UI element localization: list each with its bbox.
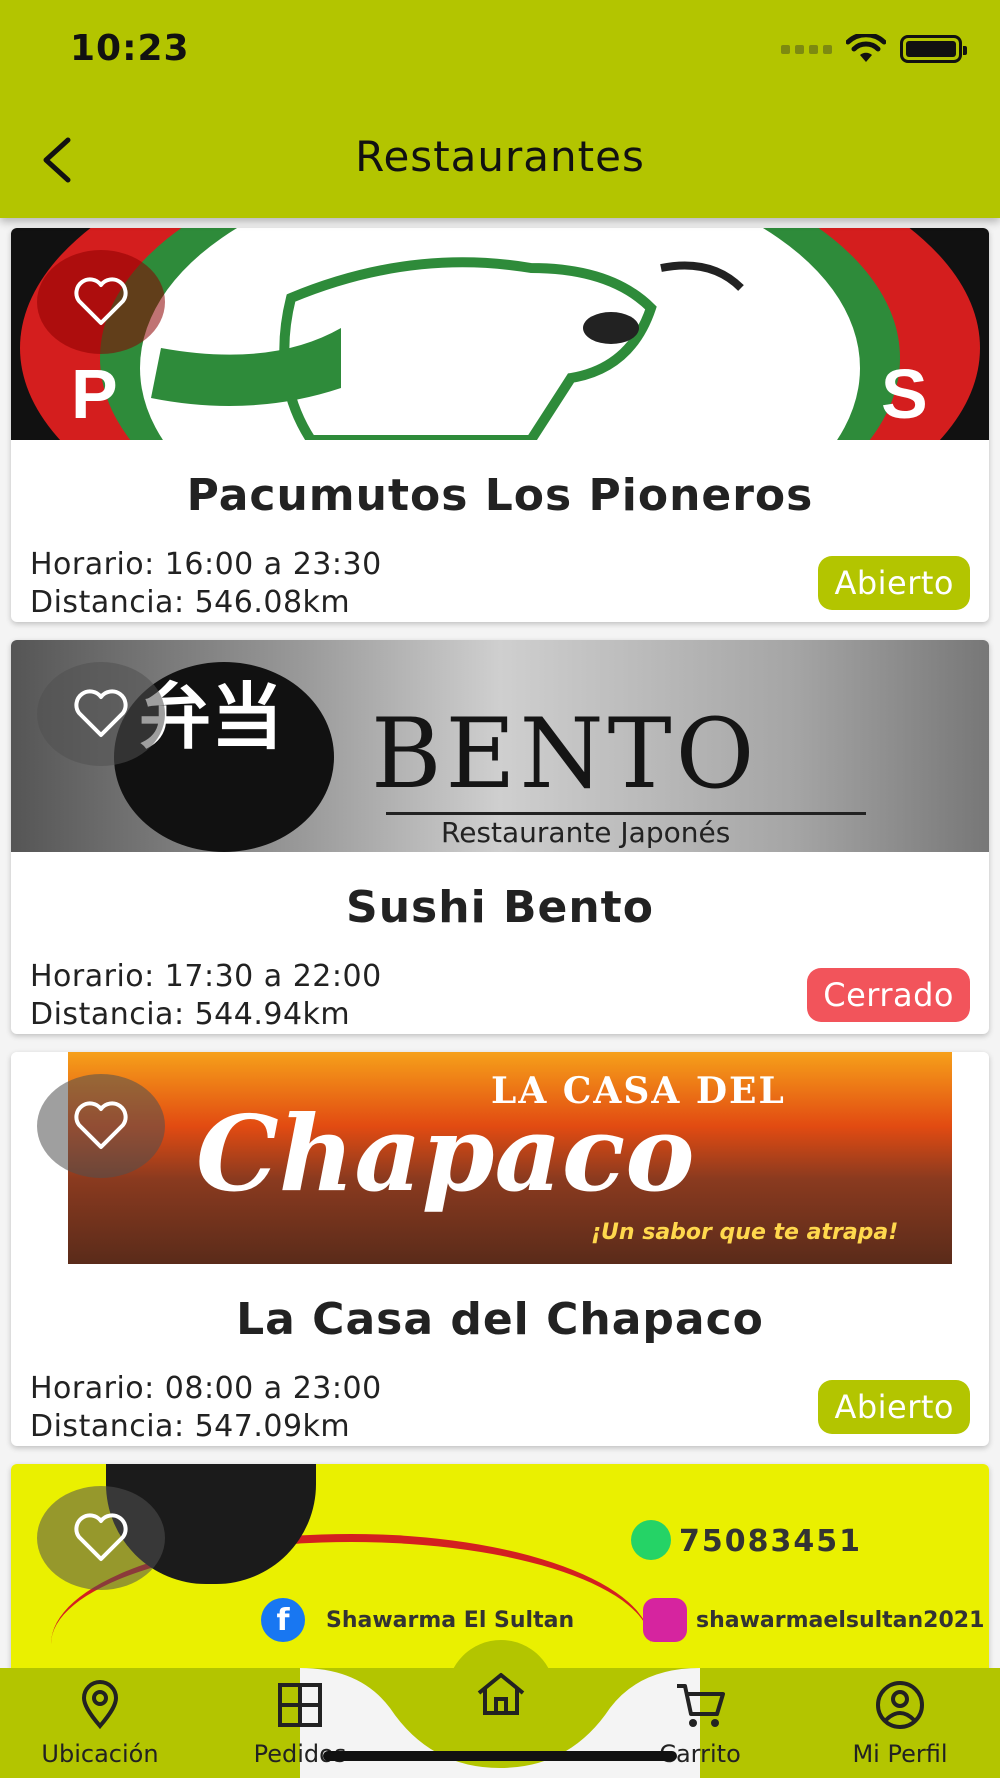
restaurant-card[interactable]: 弁当 BENTO Restaurante Japonés Sushi Bento…	[11, 640, 989, 1034]
restaurant-distance: Distancia: 547.09km	[30, 1409, 351, 1444]
image-text: 75083451	[679, 1524, 862, 1559]
restaurant-card[interactable]: P S Pacumutos Los Pioneros Horario: 16:0…	[11, 228, 989, 622]
restaurant-name: Sushi Bento	[346, 882, 654, 933]
favorite-button[interactable]	[37, 662, 165, 766]
image-text: shawarmaelsultan2021	[696, 1608, 985, 1633]
status-time: 10:23	[70, 28, 190, 69]
image-text: Shawarma El Sultan	[326, 1608, 575, 1633]
image-text: Chapaco	[196, 1092, 695, 1215]
status-badge: Abierto	[818, 556, 970, 610]
wifi-icon	[846, 34, 886, 62]
restaurant-hours: Horario: 16:00 a 23:30	[30, 547, 382, 582]
nav-item-ubicacion[interactable]: Ubicación	[10, 1680, 190, 1768]
nav-label: Mi Perfil	[852, 1740, 948, 1768]
restaurant-name: La Casa del Chapaco	[236, 1294, 764, 1345]
heart-icon	[74, 689, 128, 737]
svg-text:S: S	[881, 355, 928, 433]
restaurant-image: 弁当 BENTO Restaurante Japonés	[11, 640, 989, 852]
restaurant-distance: Distancia: 546.08km	[30, 585, 351, 620]
instagram-icon	[643, 1598, 687, 1642]
favorite-button[interactable]	[37, 1486, 165, 1590]
page-title: Restaurantes	[355, 132, 645, 181]
svg-text:P: P	[71, 355, 118, 433]
restaurant-hours: Horario: 17:30 a 22:00	[30, 959, 382, 994]
restaurant-card[interactable]: LA CASA DEL Chapaco ¡Un sabor que te atr…	[11, 1052, 989, 1446]
whatsapp-icon	[631, 1520, 671, 1560]
location-pin-icon	[81, 1680, 119, 1730]
home-indicator	[323, 1751, 677, 1761]
heart-icon	[74, 1101, 128, 1149]
cellular-signal-icon	[781, 44, 832, 54]
restaurant-info: Horario: 16:00 a 23:30 Distancia: 546.08…	[30, 546, 382, 622]
heart-icon	[74, 277, 128, 325]
profile-icon	[876, 1681, 924, 1729]
restaurant-image: LA CASA DEL Chapaco ¡Un sabor que te atr…	[11, 1052, 989, 1264]
restaurant-name: Pacumutos Los Pioneros	[186, 470, 814, 521]
restaurant-image: P S	[11, 228, 989, 440]
nav-item-mi-perfil[interactable]: Mi Perfil	[810, 1680, 990, 1768]
status-icons	[781, 34, 967, 64]
favorite-button[interactable]	[37, 1074, 165, 1178]
status-badge: Cerrado	[807, 968, 970, 1022]
app-header: 10:23 Restaurantes	[0, 0, 1000, 218]
restaurant-hours: Horario: 08:00 a 23:00	[30, 1371, 382, 1406]
image-text: ¡Un sabor que te atrapa!	[591, 1220, 899, 1245]
image-text: BENTO	[371, 698, 759, 810]
restaurant-info: Horario: 17:30 a 22:00 Distancia: 544.94…	[30, 958, 382, 1034]
restaurant-distance: Distancia: 544.94km	[30, 997, 351, 1032]
nav-item-home[interactable]	[447, 1640, 555, 1748]
cart-icon	[677, 1684, 725, 1727]
battery-icon	[900, 35, 967, 63]
home-icon	[477, 1673, 525, 1715]
restaurant-info: Horario: 08:00 a 23:00 Distancia: 547.09…	[30, 1370, 382, 1446]
heart-icon	[74, 1513, 128, 1561]
grid-icon	[278, 1683, 322, 1727]
image-text: Restaurante Japonés	[441, 816, 731, 849]
facebook-icon: f	[261, 1598, 305, 1642]
nav-label: Ubicación	[41, 1740, 159, 1768]
status-badge: Abierto	[818, 1380, 970, 1434]
favorite-button[interactable]	[37, 250, 165, 354]
